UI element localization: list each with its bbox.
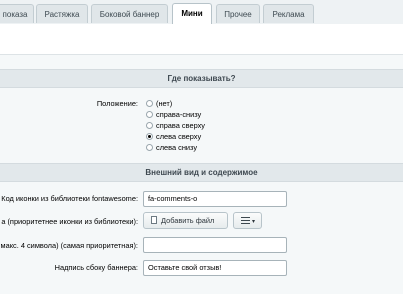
icon-code-input[interactable]: fa-comments-o — [143, 191, 287, 207]
max-chars-label: макс. 4 символа) (самая приоритетная): — [0, 241, 138, 250]
add-file-button[interactable]: Добавить файл — [143, 212, 228, 229]
file-icon — [151, 216, 157, 225]
short-text-input[interactable] — [143, 237, 287, 253]
position-option-bottom-left[interactable]: слева снизу — [146, 143, 197, 153]
position-label: Положение: — [96, 99, 138, 108]
chevron-down-icon: ▾ — [252, 219, 256, 225]
tab-other[interactable]: Прочее — [216, 4, 260, 23]
tab-side-banner[interactable]: Боковой баннер — [91, 4, 168, 23]
file-menu-button[interactable]: ▾ — [233, 212, 262, 229]
radio-icon — [146, 99, 153, 107]
option-label: справа-снизу — [156, 110, 202, 119]
radio-icon — [146, 121, 153, 129]
image-label: а (приоритетнее иконки из библиотеки): — [1, 217, 138, 226]
position-option-none[interactable]: (нет) — [146, 99, 172, 109]
option-label: слева снизу — [156, 143, 198, 152]
tab-bar: показа Растяжка Боковой баннер Мини Проч… — [0, 0, 403, 25]
appearance-section-header: Внешний вид и содержимое — [0, 163, 403, 182]
tab-mini[interactable]: Мини — [172, 3, 212, 24]
position-option-top-right[interactable]: справа сверху — [146, 121, 205, 131]
position-option-bottom-right[interactable]: справа-снизу — [146, 110, 201, 120]
radio-icon — [146, 110, 153, 118]
option-label: справа сверху — [156, 121, 205, 130]
tab-stretch[interactable]: Растяжка — [36, 4, 88, 23]
side-text-input[interactable]: Оставьте свой отзыв! — [143, 260, 287, 276]
option-label: слева сверху — [156, 132, 202, 141]
add-file-label: Добавить файл — [161, 216, 215, 225]
menu-icon — [241, 215, 250, 226]
icon-code-label: Код иконки из библиотеки fontawesome: — [1, 194, 138, 203]
position-option-top-left[interactable]: слева сверху — [146, 132, 201, 142]
tab-display[interactable]: показа — [0, 4, 34, 23]
toolbar-strip — [0, 24, 403, 55]
radio-icon — [146, 143, 153, 151]
radio-icon-selected — [146, 132, 153, 140]
tab-ads[interactable]: Реклама — [263, 4, 314, 23]
option-label: (нет) — [156, 99, 173, 108]
where-section-header: Где показывать? — [0, 69, 403, 88]
side-text-label: Надпись сбоку баннера: — [54, 263, 138, 272]
